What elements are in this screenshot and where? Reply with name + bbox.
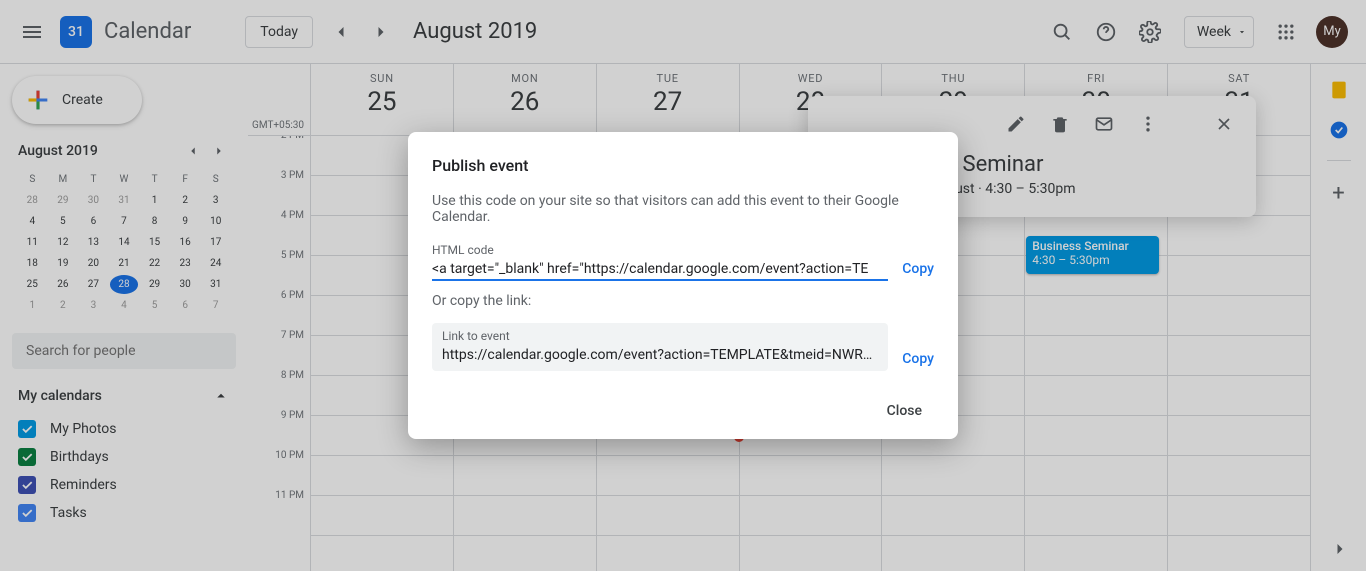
modal-overlay[interactable]: Publish event Use this code on your site… xyxy=(0,0,1366,571)
or-copy-text: Or copy the link: xyxy=(432,293,934,309)
copy-link-button[interactable]: Copy xyxy=(902,351,934,371)
link-field[interactable]: Link to event https://calendar.google.co… xyxy=(432,323,888,371)
link-label: Link to event xyxy=(442,329,878,343)
publish-event-modal: Publish event Use this code on your site… xyxy=(408,132,958,439)
close-button[interactable]: Close xyxy=(875,395,934,427)
app: 31 Calendar Today August 2019 Week My xyxy=(0,0,1366,571)
modal-description: Use this code on your site so that visit… xyxy=(432,193,934,225)
modal-title: Publish event xyxy=(432,156,934,175)
html-code-field[interactable]: HTML code <a target="_blank" href="https… xyxy=(432,243,888,281)
html-code-value: <a target="_blank" href="https://calenda… xyxy=(432,259,888,281)
copy-html-button[interactable]: Copy xyxy=(902,261,934,281)
link-value: https://calendar.google.com/event?action… xyxy=(442,345,878,365)
html-code-label: HTML code xyxy=(432,243,888,257)
